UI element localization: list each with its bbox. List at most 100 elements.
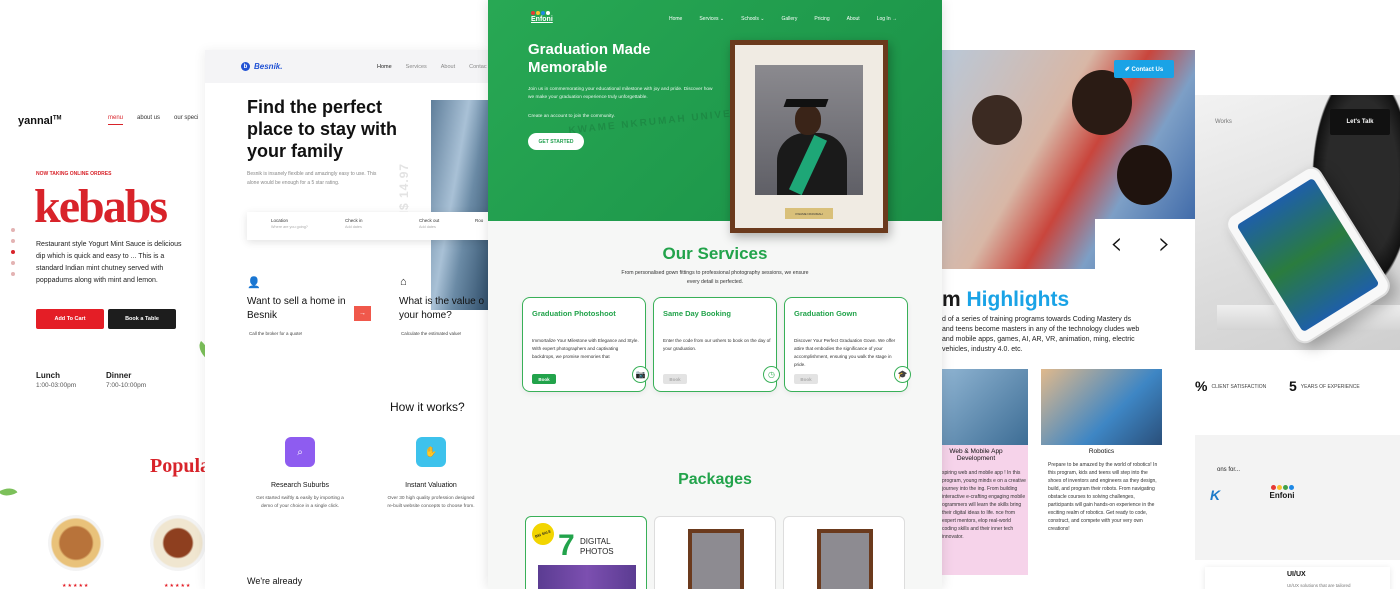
sell-title: Want to sell a home in Besnik [247,296,346,321]
handshake-icon: ✋ [416,437,446,467]
search-rooms[interactable]: Roo [469,212,490,240]
kid-head [972,95,1022,145]
chevron-left-icon[interactable]: ‹ [1110,227,1134,259]
card-title: Graduation Photoshoot [532,309,616,318]
besnik-logo-icon: b [241,62,250,71]
dinner-hours: Dinner 7:00-10:00pm [106,371,146,389]
title-accent: Highlights [966,288,1070,311]
package-label: DIGITAL PHOTOS [580,537,614,556]
nav-login[interactable]: Log In → [877,16,897,22]
arrow-button[interactable]: → [354,306,371,321]
get-started-button[interactable]: GET STARTED [528,133,584,150]
slide-dot[interactable] [11,261,15,265]
slide-dot[interactable] [11,228,15,232]
nav-gallery[interactable]: Gallery [781,16,797,22]
graduation-cap [783,99,829,107]
nav-services[interactable]: Services [406,64,427,70]
leaf-decoration [0,483,18,501]
field-placeholder: Add dates [419,225,436,229]
package-card[interactable]: BIG SALE 7 DIGITAL PHOTOS [525,516,647,589]
service-card-photoshoot[interactable]: Graduation Photoshoot Immortalize Your M… [522,297,649,392]
field-label: Location [271,218,289,223]
nav-schools[interactable]: Schools ⌄ [741,16,764,22]
search-checkout[interactable]: Check out Add dates [395,212,469,240]
nav-about[interactable]: About [847,16,860,22]
packages-title: Packages [678,471,752,488]
enfoni-logo[interactable]: Enfoni [1265,485,1299,500]
feature-desc: Get started swiftly & easily by importin… [256,496,344,509]
logo-text: Enfoni [531,16,553,23]
value-sub: Calculate the estimated value! [401,331,462,336]
program-card-robotics[interactable]: Robotics Prepare to be amazed by the wor… [942,369,1162,559]
lets-talk-button[interactable]: Let's Talk [1330,109,1390,135]
nav-services[interactable]: Services ⌄ [699,16,724,22]
book-button[interactable]: Book [794,374,818,384]
frame-plaque: KWAME NKRUMAH [785,208,833,219]
yannal-logo[interactable]: yannalTM [18,115,62,127]
food-plate-image[interactable] [48,515,104,571]
card-title: Robotics [1088,448,1115,455]
how-heading: How it works? [390,400,465,414]
food-plate-image[interactable] [150,515,206,571]
graduation-cap-icon: 🎓 [894,366,911,383]
nav-pricing[interactable]: Pricing [814,16,829,22]
book-table-button[interactable]: Book a Table [108,309,176,329]
photo-strip [538,565,636,589]
graduation-frame: KWAME NKRUMAH [730,40,888,233]
sell-sub: Call the broker for a quote! [249,331,303,336]
hero-desc: Join us in commemorating your educationa… [528,87,713,100]
service-card-same-day[interactable]: Same Day Booking Enter the code from our… [653,297,780,392]
showcase-collage: yannalTM menu about us our speci NOW TAK… [0,0,1400,589]
search-checkin[interactable]: Check in Add dates [321,212,395,240]
field-placeholder: Where are you going? [271,225,308,229]
value-title: What is the value o your home? [399,296,485,321]
graduate-head [795,105,821,135]
section-heading: We're already [247,576,303,586]
nav-about[interactable]: About [441,64,455,70]
nav-specials[interactable]: our speci [174,115,198,125]
highlights-desc: d of a series of training programs towar… [942,316,1140,353]
services-desc: From personalised gown fittings to profe… [621,270,809,285]
contact-button[interactable]: ✐ Contact Us [1114,60,1174,78]
slide-dot[interactable] [11,239,15,243]
card-text: Prepare to be amazed by the world of rob… [1048,462,1158,532]
nav-home[interactable]: Home [669,16,682,22]
highlights-panel: ✐ Contact Us m Highlights d of a series … [942,50,1195,589]
building-image [431,100,490,310]
stat-label: YEARS OF EXPERIENCE [1300,383,1360,390]
uiux-sub: UI/UX solutions that are tailored [1287,583,1351,588]
yannal-panel: yannalTM menu about us our speci NOW TAK… [0,75,210,589]
nav-menu[interactable]: menu [108,115,124,125]
enfoni-logo[interactable]: Enfoni [531,11,553,23]
kr-logo[interactable]: K [1210,487,1240,507]
person-icon: 👤 [247,277,261,289]
slide-dot[interactable] [11,272,15,276]
nav-works[interactable]: Works [1215,119,1232,125]
besnik-logo[interactable]: b Besnik. [241,62,282,71]
clock-icon: ◷ [763,366,780,383]
add-to-cart-button[interactable]: Add To Cart [36,309,104,329]
chevron-right-icon[interactable]: › [1158,227,1182,259]
slide-dot-active[interactable] [11,250,15,254]
nav-contact[interactable]: Contac [469,64,486,70]
dinner-label: Dinner [106,371,132,380]
package-card[interactable] [783,516,905,589]
framed-photo [817,529,873,589]
nav-home[interactable]: Home [377,64,392,70]
home-icon: ⌂ [400,276,407,288]
lunch-time: 1:00-03:00pm [36,382,77,389]
book-button[interactable]: Book [532,374,556,384]
card-text: Discover Your Perfect Graduation Gown. W… [794,338,896,367]
kid-head [1117,145,1172,205]
service-card-gown[interactable]: Graduation Gown Discover Your Perfect Gr… [784,297,911,392]
search-location[interactable]: Location Where are you going? [247,212,321,240]
nav-about[interactable]: about us [137,115,160,125]
book-button[interactable]: Book [663,374,687,384]
besnik-logo-text: Besnik. [254,62,283,71]
package-card[interactable] [654,516,776,589]
hero-title: Graduation Made Memorable [528,41,651,76]
rating-stars: ★★★★★ [62,583,90,589]
sale-badge: BIG SALE [528,519,558,549]
stat-value: % [1195,378,1208,394]
besnik-desc: Besnik is insanely flexible and amazingl… [247,171,377,186]
